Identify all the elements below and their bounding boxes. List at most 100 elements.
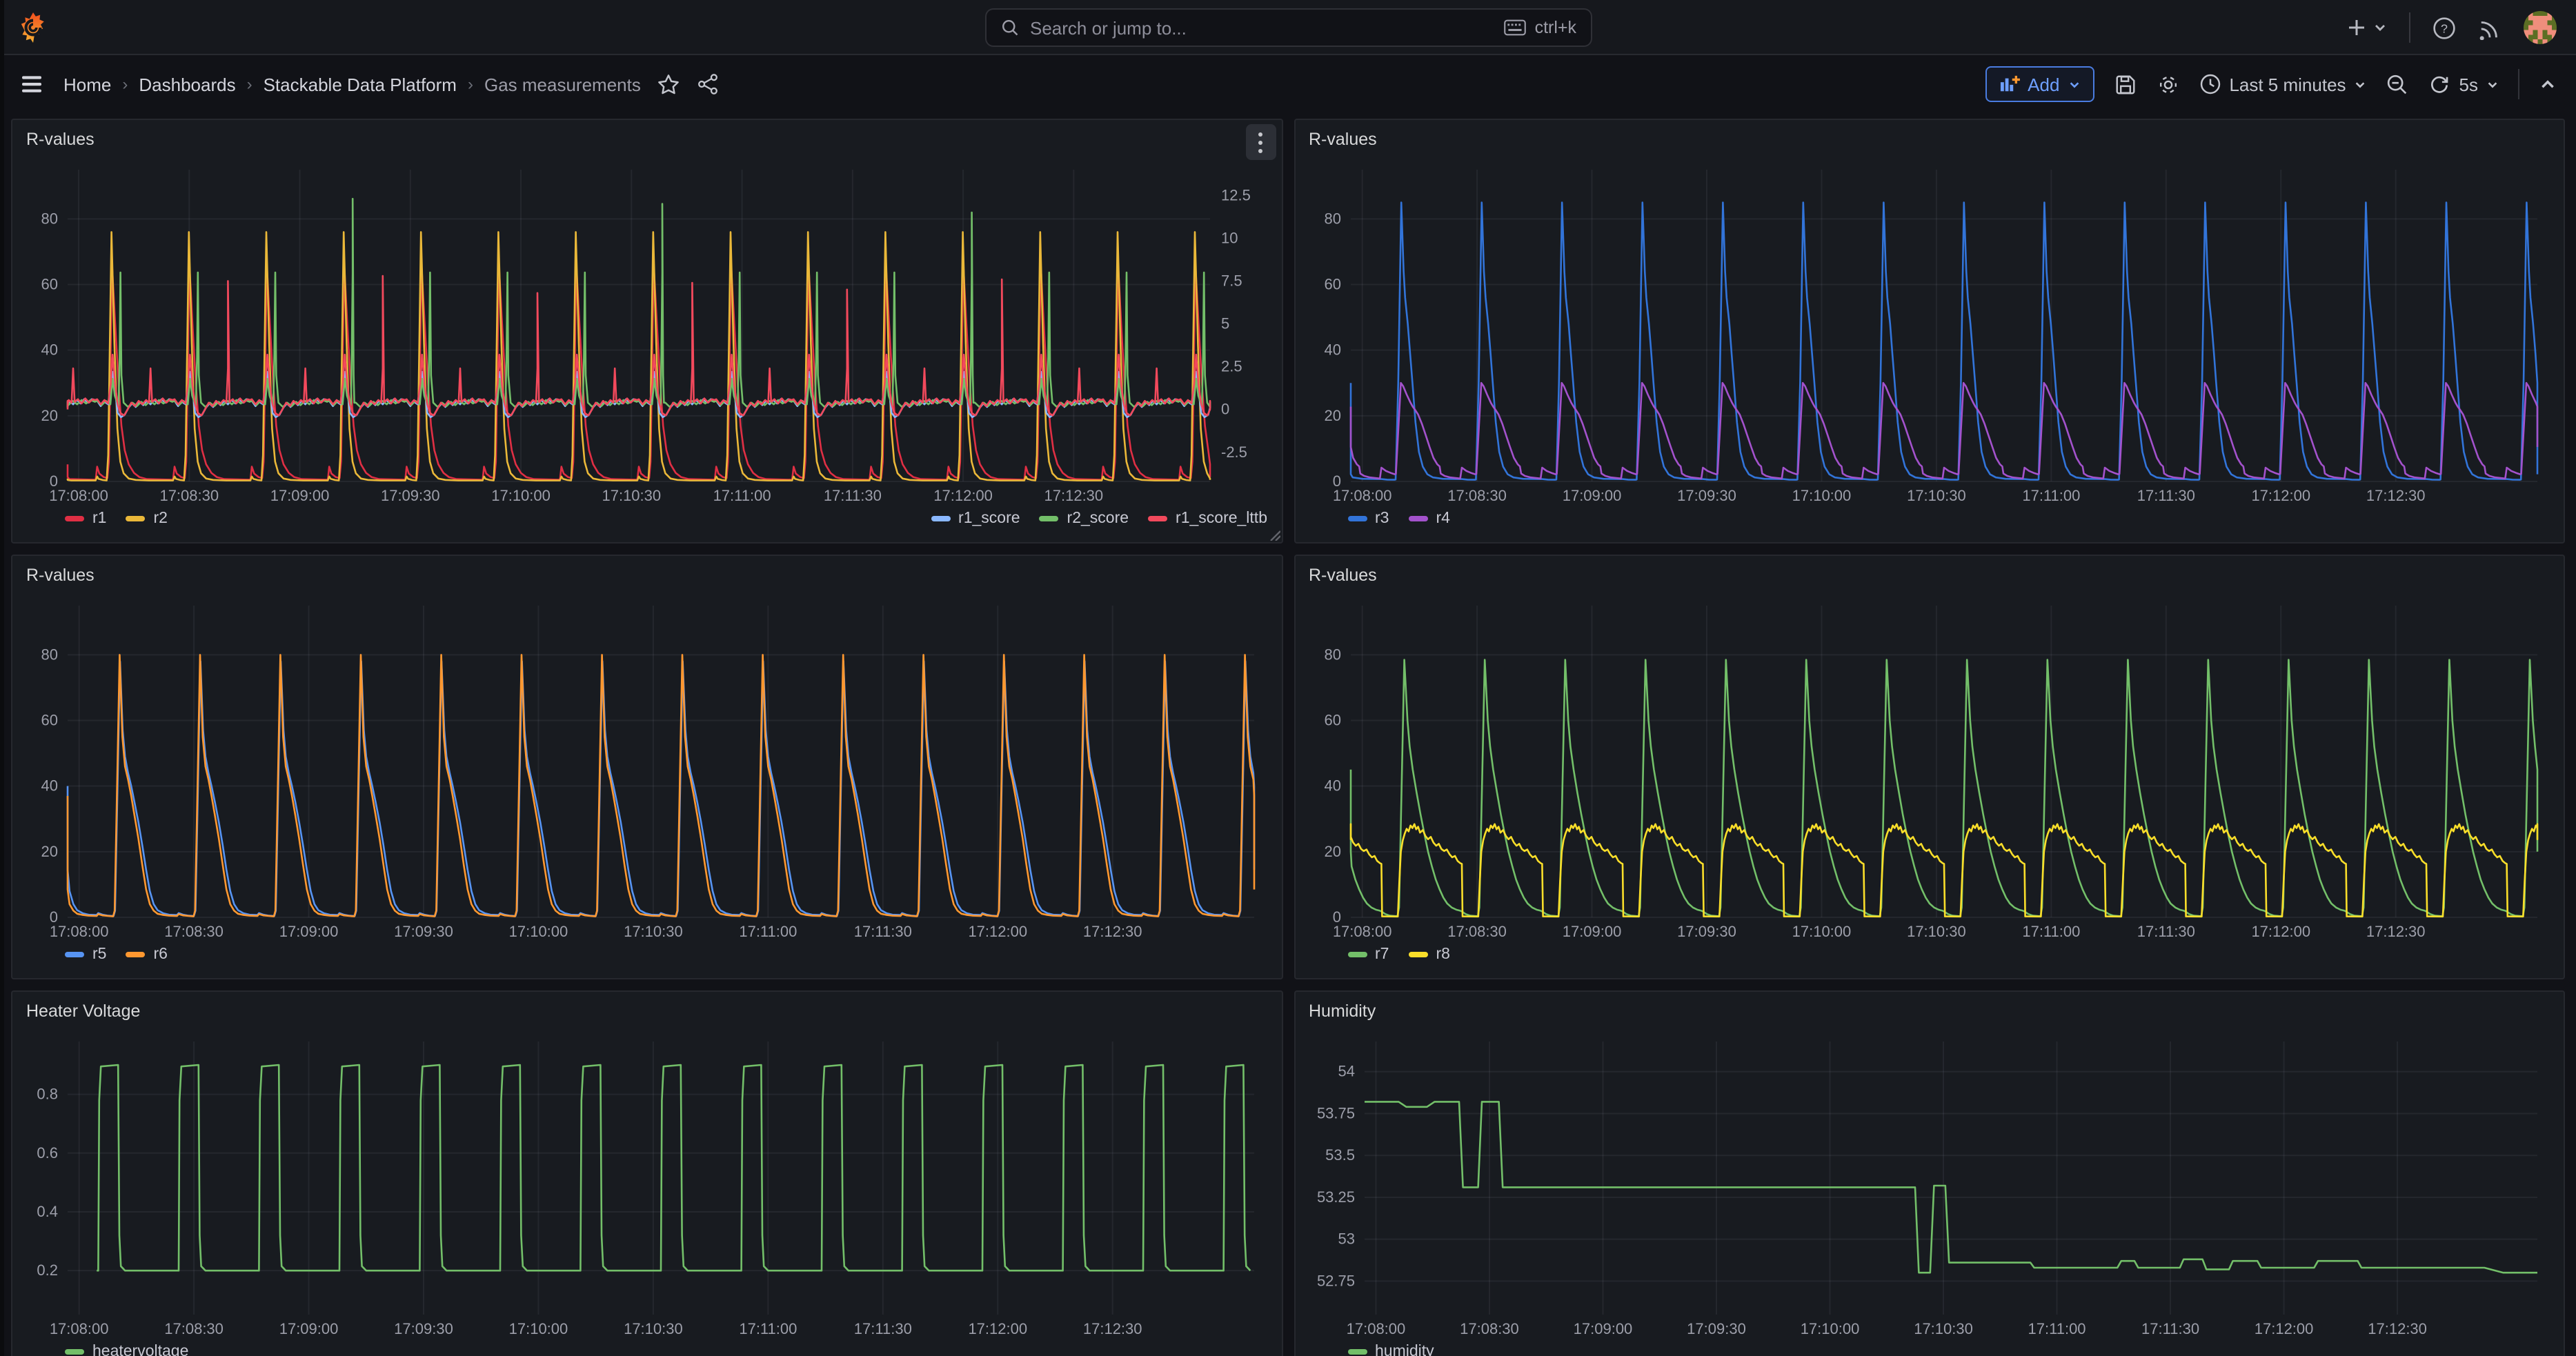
chart[interactable]: 17:08:0017:08:3017:09:0017:09:3017:10:00…	[1303, 595, 2555, 942]
user-avatar[interactable]	[2524, 11, 2557, 44]
grafana-app: ctrl+k ?	[0, 0, 2576, 1356]
y-axis-right-label: 5	[1221, 315, 1229, 332]
breadcrumb: Home › Dashboards › Stackable Data Platf…	[63, 74, 641, 94]
mega-menu-button[interactable]	[19, 72, 44, 97]
y-axis-label: 20	[1324, 843, 1340, 860]
panel-header[interactable]: R-values	[1295, 120, 2564, 159]
new-menu-button[interactable]	[2346, 17, 2387, 39]
chart[interactable]: 17:08:0017:08:3017:09:0017:09:3017:10:00…	[21, 1030, 1273, 1339]
panel-r-values-2: R-values 17:08:0017:08:3017:09:0017:09:3…	[1294, 119, 2565, 544]
legend-item-r1[interactable]: r1	[65, 510, 106, 527]
x-axis-label: 17:11:00	[713, 487, 771, 504]
legend-item-r3[interactable]: r3	[1347, 510, 1389, 527]
panel-header[interactable]: Heater Voltage	[12, 992, 1281, 1030]
legend-item-r6[interactable]: r6	[126, 946, 167, 963]
series-heatervoltage	[97, 1065, 1250, 1270]
panel-resize-handle[interactable]	[1269, 530, 1280, 541]
chart[interactable]: 17:08:0017:08:3017:09:0017:09:3017:10:00…	[1303, 159, 2555, 506]
legend-item-r1_score[interactable]: r1_score	[931, 510, 1020, 527]
legend-item-r5[interactable]: r5	[65, 946, 106, 963]
series-r4	[1350, 383, 2537, 479]
breadcrumb-dashboards[interactable]: Dashboards	[139, 74, 235, 94]
breadcrumb-folder[interactable]: Stackable Data Platform	[264, 74, 457, 94]
breadcrumb-home[interactable]: Home	[63, 74, 111, 94]
x-axis-label: 17:11:00	[2021, 487, 2079, 504]
x-axis-label: 17:08:30	[159, 487, 219, 504]
zoom-out-button[interactable]	[2386, 72, 2410, 96]
x-axis-label: 17:11:30	[854, 1320, 912, 1337]
panel-heater-voltage: Heater Voltage 17:08:0017:08:3017:09:001…	[11, 990, 1282, 1356]
x-axis-label: 17:09:00	[270, 487, 330, 504]
help-icon: ?	[2433, 16, 2456, 39]
legend-item-heatervoltage[interactable]: heatervoltage	[65, 1344, 188, 1356]
legend-item-r7[interactable]: r7	[1347, 946, 1389, 963]
gear-icon	[2156, 72, 2179, 96]
refresh-icon	[2429, 73, 2451, 95]
legend: r1 r2 r1_score r2_score r1_score_lttb	[12, 506, 1281, 542]
y-axis-label: 0	[50, 472, 58, 490]
chart[interactable]: 17:08:0017:08:3017:09:0017:09:3017:10:00…	[1303, 1030, 2555, 1339]
legend-item-r4[interactable]: r4	[1408, 510, 1449, 527]
legend-item-r1_score_lttb[interactable]: r1_score_lttb	[1148, 510, 1267, 527]
y-axis-label: 60	[41, 276, 58, 293]
news-button[interactable]	[2478, 16, 2501, 39]
grafana-logo-icon[interactable]	[17, 10, 50, 43]
search-input[interactable]	[1030, 17, 1494, 38]
x-axis-label: 17:10:30	[1913, 1320, 1972, 1337]
chart[interactable]: 17:08:0017:08:3017:09:0017:09:3017:10:00…	[21, 159, 1273, 506]
chevron-down-icon	[2486, 78, 2499, 90]
panel-header[interactable]: R-values	[1295, 556, 2564, 595]
panel-header[interactable]: R-values	[12, 556, 1281, 595]
y-axis-label: 0.2	[37, 1262, 58, 1279]
global-search[interactable]: ctrl+k	[984, 8, 1592, 47]
panel-menu-icon[interactable]	[1245, 124, 1276, 160]
x-axis-label: 17:12:00	[968, 1320, 1027, 1337]
x-axis-label: 17:08:00	[1332, 923, 1391, 940]
legend: humidity	[1295, 1339, 2564, 1356]
share-icon[interactable]	[697, 73, 720, 95]
y-axis-label: 0.6	[37, 1144, 58, 1161]
legend-item-r2_score[interactable]: r2_score	[1040, 510, 1129, 527]
help-button[interactable]: ?	[2433, 16, 2456, 39]
save-icon	[2113, 72, 2137, 96]
legend-swatch	[1408, 516, 1427, 521]
dashboard-settings-button[interactable]	[2156, 72, 2179, 96]
chart[interactable]: 17:08:0017:08:3017:09:0017:09:3017:10:00…	[21, 595, 1273, 942]
x-axis-label: 17:08:30	[164, 1320, 224, 1337]
refresh-interval-label: 5s	[2459, 74, 2478, 94]
search-icon	[1000, 18, 1019, 37]
legend-item-r8[interactable]: r8	[1408, 946, 1449, 963]
collapse-toolbar-button[interactable]	[2539, 75, 2557, 93]
top-nav-bar: ctrl+k ?	[0, 0, 2576, 55]
legend-swatch	[65, 516, 84, 521]
add-panel-button[interactable]: Add	[1985, 66, 2094, 102]
panel-title: R-values	[1309, 566, 1377, 585]
x-axis-label: 17:08:30	[164, 923, 224, 940]
x-axis-label: 17:09:00	[1562, 923, 1621, 940]
x-axis-label: 17:10:30	[602, 487, 661, 504]
legend-swatch	[65, 1349, 84, 1355]
panel-header[interactable]: Humidity	[1295, 992, 2564, 1030]
y-axis-label: 54	[1338, 1063, 1354, 1080]
x-axis-label: 17:08:00	[49, 487, 108, 504]
refresh-picker[interactable]: 5s	[2429, 73, 2499, 95]
series-r8	[1350, 824, 2537, 917]
legend-item-r2[interactable]: r2	[126, 510, 167, 527]
y-axis-label: 80	[41, 646, 58, 663]
x-axis-label: 17:09:00	[1562, 487, 1621, 504]
legend-swatch	[126, 516, 145, 521]
x-axis-label: 17:12:00	[2250, 923, 2310, 940]
x-axis-label: 17:10:00	[1800, 1320, 1859, 1337]
y-axis-label: 80	[1324, 210, 1340, 227]
time-range-picker[interactable]: Last 5 minutes	[2199, 73, 2366, 95]
add-panel-icon	[1999, 74, 2019, 94]
legend-swatch	[1040, 516, 1059, 521]
legend-item-humidity[interactable]: humidity	[1347, 1344, 1434, 1356]
y-axis-label: 53.75	[1316, 1104, 1354, 1121]
y-axis-label: 0.4	[37, 1203, 58, 1220]
x-axis-label: 17:09:00	[279, 923, 339, 940]
favorite-star-icon[interactable]	[657, 72, 681, 96]
x-axis-label: 17:08:00	[1332, 487, 1391, 504]
panel-header[interactable]: R-values	[12, 120, 1281, 159]
save-dashboard-button[interactable]	[2113, 72, 2137, 96]
